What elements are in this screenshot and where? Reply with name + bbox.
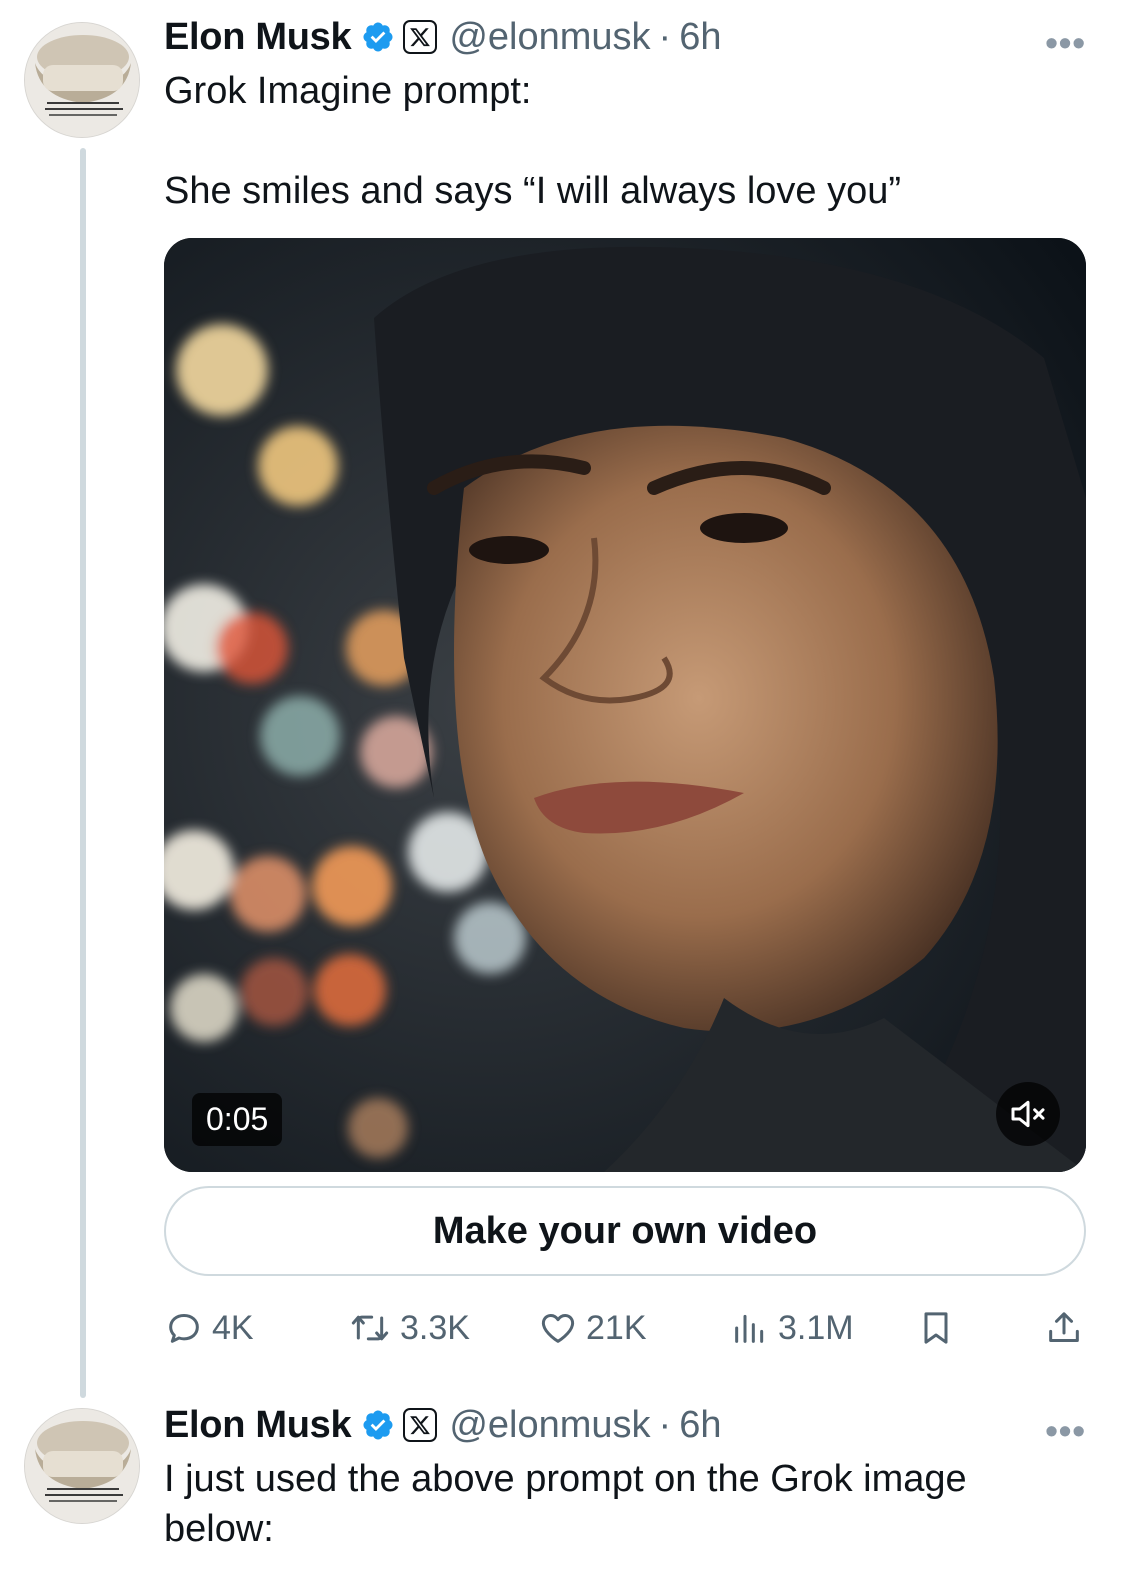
x-logo-icon[interactable] [403, 1408, 438, 1442]
share-icon [1049, 1312, 1079, 1342]
reply-icon [169, 1314, 199, 1343]
verified-badge-icon[interactable] [361, 20, 395, 54]
verified-badge-icon[interactable] [361, 1408, 395, 1442]
repost-button[interactable]: 3.3K [348, 1300, 470, 1356]
views-button[interactable]: 3.1M [730, 1300, 854, 1356]
muted-speaker-icon[interactable] [996, 1082, 1060, 1146]
author-handle[interactable]: @elonmusk [449, 1404, 650, 1447]
more-options-button[interactable]: ••• [1045, 1410, 1086, 1452]
tweet-text: I just used the above prompt on the Grok… [164, 1458, 967, 1550]
tweet-text: Grok Imagine prompt: She smiles and says… [164, 70, 902, 212]
thread-connector-line [80, 148, 86, 1398]
reply-count: 4K [212, 1308, 254, 1347]
bookmark-button[interactable] [916, 1300, 964, 1356]
more-options-button[interactable]: ••• [1045, 22, 1086, 64]
repost-count: 3.3K [400, 1308, 470, 1347]
views-count: 3.1M [778, 1308, 854, 1347]
avatar[interactable] [24, 22, 140, 138]
separator-dot: · [658, 1403, 672, 1446]
bookmark-icon [924, 1312, 948, 1344]
like-count: 21K [586, 1308, 647, 1347]
x-logo-icon[interactable] [403, 20, 438, 54]
tweet-header: Elon Musk @elonmusk · 6h [164, 1402, 1084, 1448]
make-your-own-video-button[interactable]: Make your own video [164, 1186, 1086, 1276]
like-button[interactable]: 21K [538, 1300, 647, 1356]
repost-icon [351, 1315, 389, 1341]
reply-button[interactable]: 4K [164, 1300, 254, 1356]
video-duration-badge: 0:05 [192, 1093, 283, 1146]
timestamp[interactable]: 6h [679, 16, 721, 59]
author-name[interactable]: Elon Musk [164, 16, 352, 59]
video-frame [164, 238, 1086, 1172]
author-name[interactable]: Elon Musk [164, 1404, 352, 1447]
tweet-actions-bar: 4K 3.3K 21K 3.1M [164, 1300, 1086, 1356]
video-player[interactable]: 0:05 [164, 238, 1086, 1172]
views-icon [735, 1314, 764, 1343]
tweet-header: Elon Musk @elonmusk · 6h [164, 14, 1084, 60]
share-button[interactable] [1044, 1300, 1092, 1356]
separator-dot: · [658, 15, 672, 58]
heart-icon [541, 1314, 575, 1343]
author-handle[interactable]: @elonmusk [449, 16, 650, 59]
timestamp[interactable]: 6h [679, 1404, 721, 1447]
avatar[interactable] [24, 1408, 140, 1524]
